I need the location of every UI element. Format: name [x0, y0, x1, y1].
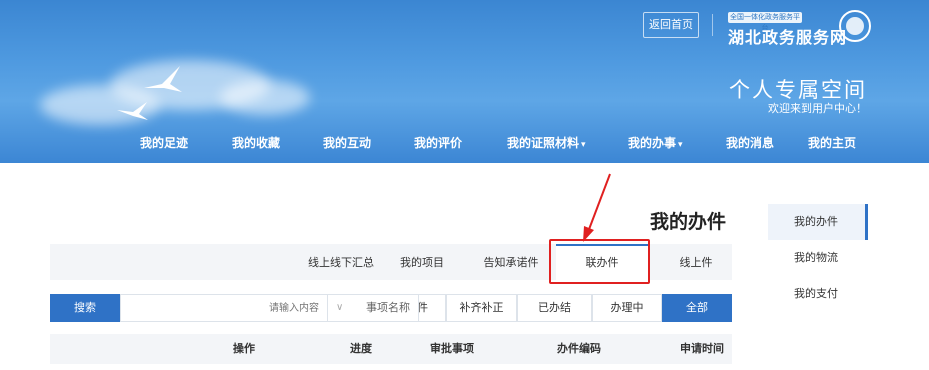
tab-commitment[interactable]: 告知承诺件	[470, 244, 552, 280]
annotation-highlight-box	[549, 239, 650, 284]
nav-label: 我的收藏	[232, 136, 281, 150]
main-nav: 我的主页 我的消息 我的办事 ▾ 我的证照材料 ▾ 我的评价 我的互动 我的收藏 我…	[0, 122, 929, 163]
nav-label: 我的证照材料	[507, 136, 580, 150]
nav-label: 我的消息	[726, 136, 775, 150]
nav-label: 我的办事	[628, 136, 677, 150]
tab-online[interactable]: 线上件	[660, 244, 732, 280]
section-title: 我的办件	[650, 211, 727, 233]
tab-summary[interactable]: 线上线下汇总	[296, 244, 386, 280]
nav-item-footprints[interactable]: 我的足迹	[140, 134, 188, 151]
nav-label: 我的互动	[323, 136, 372, 150]
filter-bar: 全部 办理中 已办结 补齐补正 草稿件 ∨ 事项名称 搜索	[50, 294, 732, 322]
crane-icon	[144, 66, 182, 92]
logo-title: 湖北政务服务网	[728, 28, 848, 47]
nav-item-reviews[interactable]: 我的评价	[414, 134, 462, 151]
table-header: 申请时间 办件编码 审批事项 进度 操作	[50, 334, 732, 364]
sidebar-item-logistics[interactable]: 我的物流	[768, 240, 868, 276]
filter-processing-button[interactable]: 办理中	[592, 294, 662, 322]
nav-label: 我的评价	[414, 136, 463, 150]
chevron-down-icon: ∨	[336, 302, 344, 313]
column-header-actions: 操作	[233, 342, 255, 355]
search-input[interactable]	[120, 294, 328, 322]
filter-completed-button[interactable]: 已办结	[517, 294, 592, 322]
sidebar-item-my-cases[interactable]: 我的办件	[768, 204, 868, 240]
divider	[712, 14, 713, 36]
nav-item-interactions[interactable]: 我的互动	[323, 134, 371, 151]
chevron-down-icon: ▾	[581, 140, 586, 150]
sidebar: 我的办件 我的物流 我的支付	[768, 204, 868, 312]
page-subtitle: 欢迎来到用户中心！	[768, 102, 867, 115]
nav-label: 我的足迹	[140, 136, 189, 150]
sidebar-item-payments[interactable]: 我的支付	[768, 276, 868, 312]
filter-all-button[interactable]: 全部	[662, 294, 732, 322]
nav-item-affairs[interactable]: 我的办事 ▾	[628, 134, 683, 151]
cloud-decoration	[220, 80, 310, 115]
nav-item-licenses[interactable]: 我的证照材料 ▾	[507, 134, 586, 151]
header-banner: 返回首页 全国一体化政务服务平台 湖北政务服务网 个人专属空间 欢迎来到用户中心…	[0, 0, 929, 163]
column-header-case-code: 办件编码	[557, 342, 601, 355]
column-header-apply-time: 申请时间	[680, 342, 724, 355]
select-value: 事项名称	[366, 301, 410, 314]
search-button[interactable]: 搜索	[50, 294, 120, 322]
logo-tagline: 全国一体化政务服务平台	[728, 12, 802, 32]
home-button[interactable]: 返回首页	[643, 12, 699, 38]
column-header-progress: 进度	[350, 342, 372, 355]
nav-label: 我的主页	[808, 136, 857, 150]
site-logo[interactable]: 全国一体化政务服务平台 湖北政务服务网	[726, 9, 871, 47]
filter-correction-button[interactable]: 补齐补正	[446, 294, 517, 322]
emblem-icon	[839, 10, 871, 42]
column-header-approval-item: 审批事项	[430, 342, 474, 355]
search-type-select[interactable]: ∨ 事项名称	[327, 294, 419, 322]
nav-item-favorites[interactable]: 我的收藏	[232, 134, 280, 151]
tab-projects[interactable]: 我的项目	[382, 244, 462, 280]
chevron-down-icon: ▾	[678, 140, 683, 150]
annotation-arrow	[583, 173, 611, 242]
nav-item-messages[interactable]: 我的消息	[726, 134, 774, 151]
nav-item-home[interactable]: 我的主页	[808, 134, 856, 151]
